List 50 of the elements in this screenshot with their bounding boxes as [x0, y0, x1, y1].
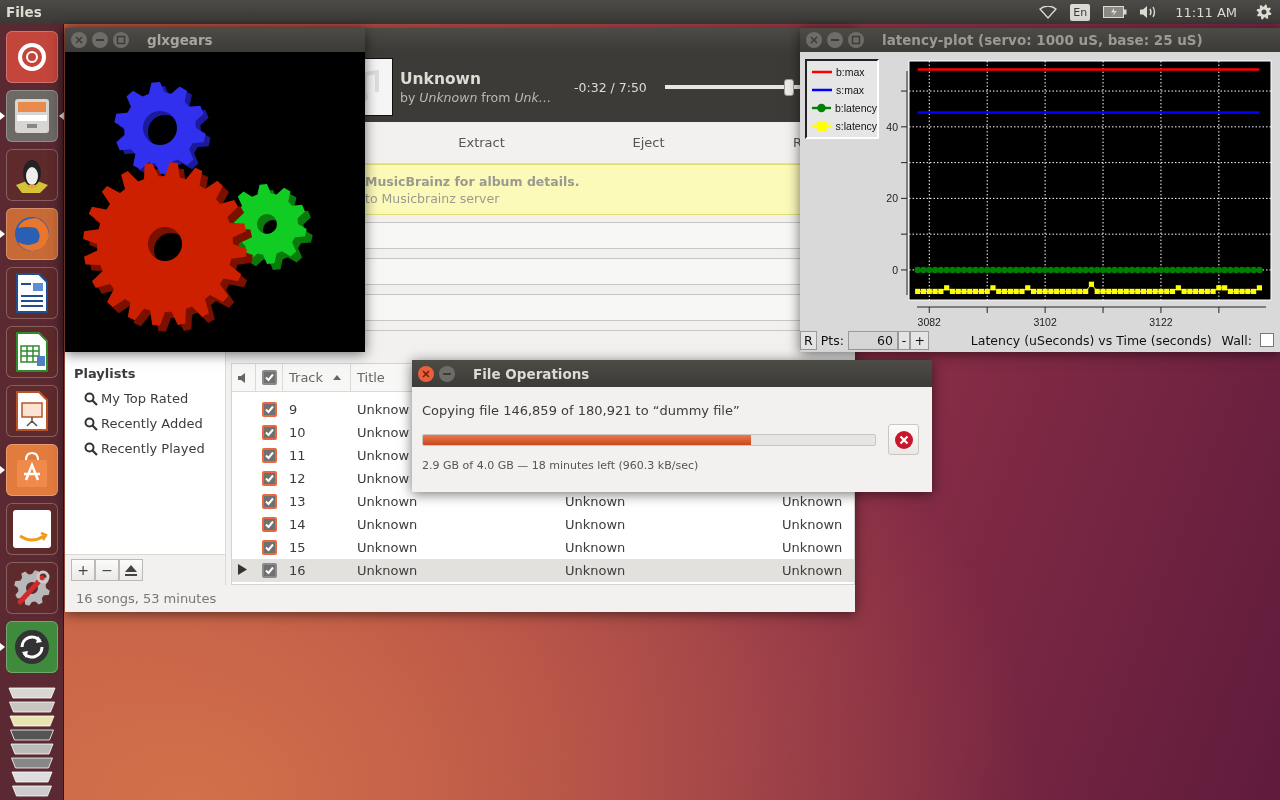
- table-cell: Unknown: [565, 494, 626, 509]
- table-cell: Unknow: [357, 471, 410, 486]
- chart-caption: Latency (uSeconds) vs Time (seconds): [970, 332, 1212, 348]
- table-cell: 12: [289, 471, 306, 486]
- window-title: latency-plot (servo: 1000 uS, base: 25 uS): [882, 31, 1203, 48]
- axis-label: 3122: [1149, 315, 1173, 327]
- axis-label: 3082: [917, 315, 941, 327]
- legend-label: s:latency: [835, 119, 877, 132]
- table-cell: Unknown: [565, 540, 626, 555]
- axis-label: 40: [886, 120, 898, 133]
- table-cell: Unknown: [782, 563, 843, 578]
- window-title: File Operations: [473, 365, 590, 382]
- table-cell: Unknow: [357, 402, 410, 417]
- axis-label: 0: [892, 263, 898, 276]
- table-cell: 13: [289, 494, 306, 509]
- table-cell: 15: [289, 540, 306, 555]
- axis-label: 3102: [1033, 315, 1057, 327]
- table-cell: Unknown: [782, 494, 843, 509]
- table-cell: Unknow: [357, 425, 410, 440]
- table-cell: 14: [289, 517, 306, 532]
- points-label: Pts:: [820, 332, 844, 348]
- table-cell: Unknow: [357, 448, 410, 463]
- table-cell: Unknown: [565, 563, 626, 578]
- table-cell: Unknown: [782, 540, 843, 555]
- table-cell: 9: [289, 402, 298, 417]
- info-heading: MusicBrainz for album details.: [365, 173, 581, 189]
- table-cell: 10: [289, 425, 306, 440]
- table-cell: Unknown: [357, 563, 418, 578]
- window-title: glxgears: [147, 32, 213, 48]
- track-artist-line: by Unknown from Unk…: [400, 89, 553, 105]
- status-text: 16 songs, 53 minutes: [76, 591, 217, 606]
- table-cell: Unknown: [357, 494, 418, 509]
- info-detail: to Musicbrainz server: [365, 190, 501, 206]
- table-cell: 16: [289, 563, 306, 578]
- legend-label: s:max: [836, 83, 864, 96]
- legend-label: b:latency: [834, 101, 877, 114]
- table-cell: Unknown: [357, 540, 418, 555]
- legend-label: b:max: [836, 65, 865, 78]
- app-title: Files: [5, 4, 42, 20]
- table-cell: Unknown: [357, 517, 418, 532]
- track-title: Unknown: [400, 69, 482, 88]
- copy-message: Copying file 146,859 of 180,921 to “dummy file”: [422, 403, 741, 418]
- table-cell: Unknown: [565, 517, 626, 532]
- sidebar-heading: Playlists: [73, 366, 137, 381]
- wall-label: Wall:: [1221, 332, 1252, 348]
- table-cell: Unknown: [782, 517, 843, 532]
- axis-label: 20: [886, 192, 898, 205]
- progress-details: 2.9 GB of 4.0 GB — 18 minutes left (960.3 kB/sec): [422, 459, 700, 472]
- playback-time: -0:32 / 7:50: [574, 79, 648, 95]
- table-cell: 11: [289, 448, 306, 463]
